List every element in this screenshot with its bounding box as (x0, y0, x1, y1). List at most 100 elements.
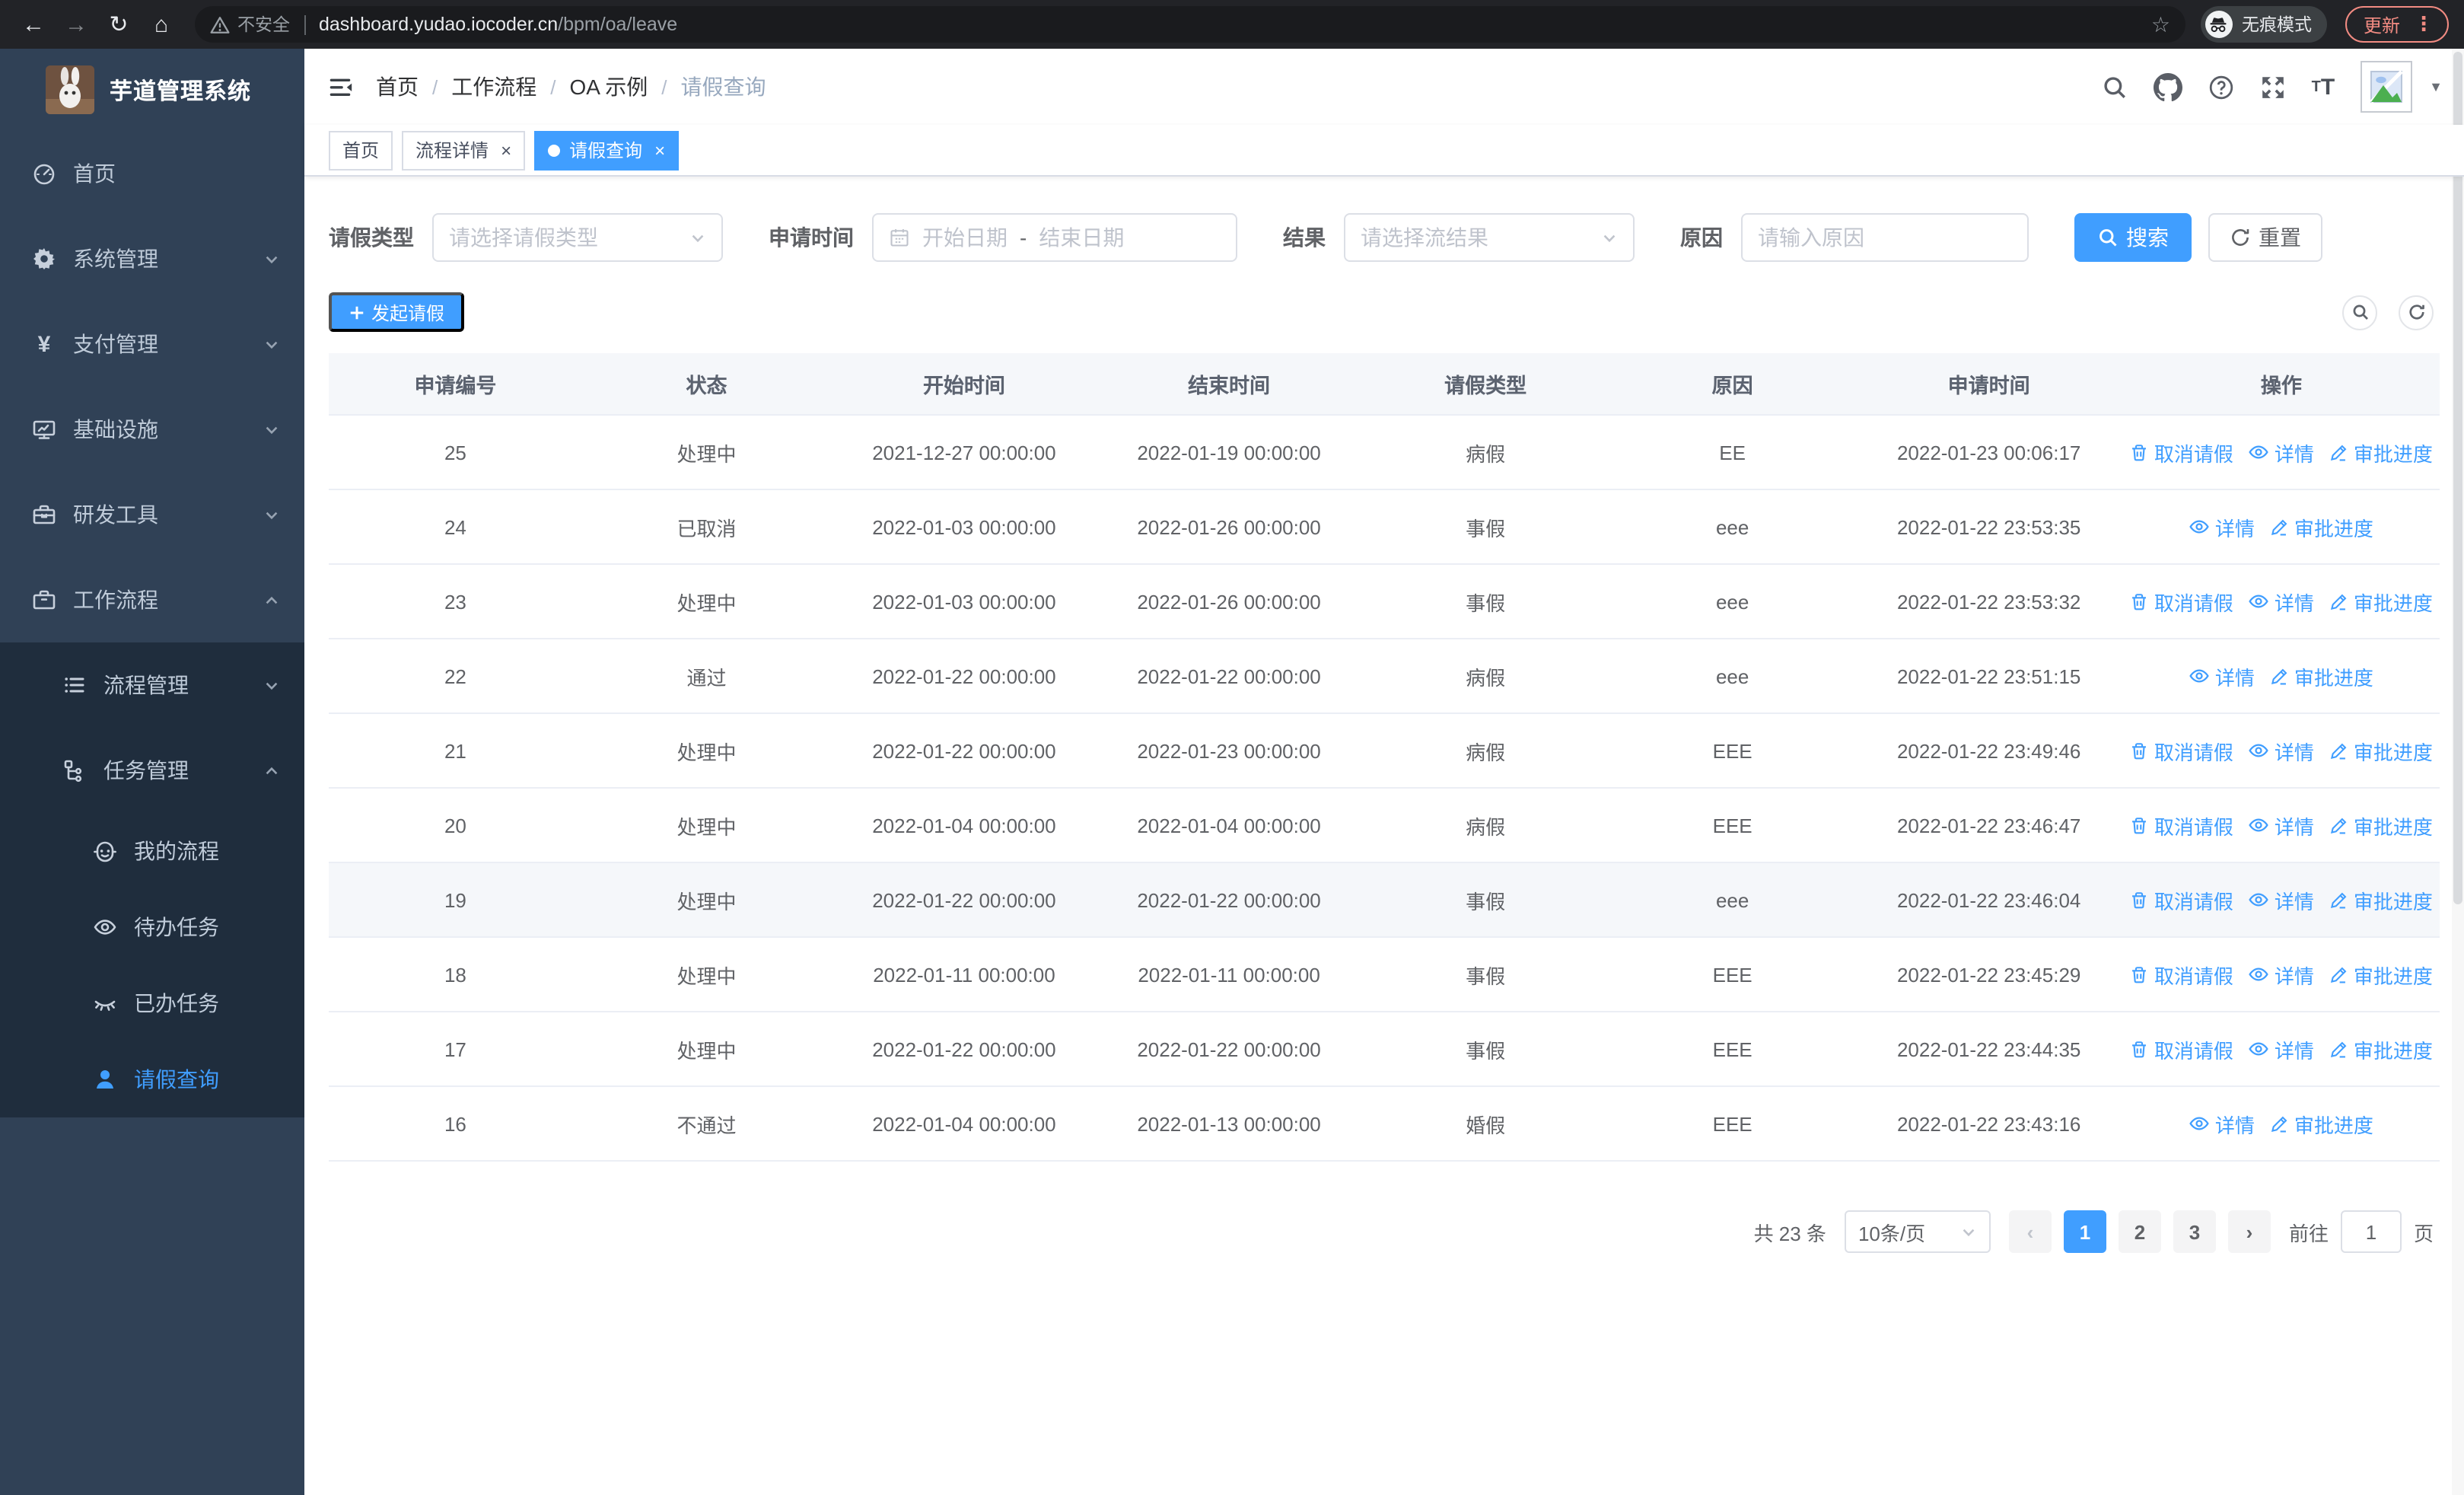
sidebar-item-工作流程[interactable]: 工作流程 (0, 557, 304, 642)
cancel-action-link[interactable]: 取消请假 (2130, 811, 2233, 840)
pen-icon (2270, 1114, 2290, 1133)
progress-action-link[interactable]: 审批进度 (2329, 811, 2433, 840)
page-scrollbar[interactable] (2452, 49, 2464, 1495)
progress-action-link[interactable]: 审批进度 (2329, 960, 2433, 989)
reason-input[interactable]: 请输入原因 (1741, 213, 2029, 262)
sidebar-item-支付管理[interactable]: ¥ 支付管理 (0, 301, 304, 387)
sidebar-item-待办任务[interactable]: 待办任务 (0, 889, 304, 965)
apply-time-range-picker[interactable]: 开始日期 - 结束日期 (872, 213, 1237, 262)
home-icon[interactable]: ⌂ (143, 6, 180, 43)
sidebar-item-我的流程[interactable]: 我的流程 (0, 813, 304, 889)
goto-label: 前往 (2288, 1222, 2329, 1245)
app-logo[interactable]: 芋道管理系统 (0, 49, 304, 131)
leave-table: 申请编号 状态 开始时间 结束时间 请假类型 原因 申请时间 操作 25 处理中 2021-12-… (329, 353, 2440, 1162)
leave-type-select[interactable]: 请选择请假类型 (432, 213, 723, 262)
detail-action-link[interactable]: 详情 (2249, 885, 2314, 914)
reason-label: 原因 (1680, 225, 1723, 250)
refresh-table-button[interactable] (2399, 295, 2434, 330)
column-header: 申请时间 (1947, 375, 2030, 397)
detail-action-link[interactable]: 详情 (2249, 587, 2314, 616)
table-cell: EEE (1712, 814, 1752, 837)
detail-action-link[interactable]: 详情 (2189, 1109, 2255, 1138)
sidebar-item-已办任务[interactable]: 已办任务 (0, 965, 304, 1041)
tab-流程详情[interactable]: 流程详情 × (402, 130, 526, 170)
cancel-action-link[interactable]: 取消请假 (2130, 960, 2233, 989)
page-size-select[interactable]: 10条/页 (1844, 1210, 1991, 1253)
tab-请假查询[interactable]: 请假查询 × (534, 130, 680, 170)
toggle-search-button[interactable] (2342, 295, 2377, 330)
result-select[interactable]: 请选择流结果 (1344, 213, 1635, 262)
back-icon[interactable]: ← (15, 6, 52, 43)
progress-action-link[interactable]: 审批进度 (2329, 736, 2433, 765)
table-cell: 17 (444, 1038, 466, 1060)
sidebar-item-首页[interactable]: 首页 (0, 131, 304, 216)
sidebar-item-流程管理[interactable]: 流程管理 (0, 642, 304, 728)
progress-action-link[interactable]: 审批进度 (2329, 1034, 2433, 1063)
search-button[interactable]: 搜索 (2074, 213, 2192, 262)
progress-action-link[interactable]: 审批进度 (2329, 438, 2433, 467)
sidebar-item-研发工具[interactable]: 研发工具 (0, 472, 304, 557)
avatar-caret-icon[interactable]: ▼ (2429, 79, 2443, 94)
eye-sm-icon (2249, 889, 2270, 910)
detail-action-link[interactable]: 详情 (2189, 661, 2255, 690)
table-cell: 病假 (1466, 442, 1506, 465)
close-tab-icon[interactable]: × (654, 141, 665, 159)
progress-action-link[interactable]: 审批进度 (2270, 1109, 2373, 1138)
user-icon (91, 1067, 119, 1092)
progress-action-link[interactable]: 审批进度 (2270, 661, 2373, 690)
progress-action-link[interactable]: 审批进度 (2270, 512, 2373, 541)
cancel-action-link[interactable]: 取消请假 (2130, 885, 2233, 914)
sidebar-item-请假查询[interactable]: 请假查询 (0, 1041, 304, 1117)
avatar[interactable] (2361, 61, 2413, 113)
forward-icon[interactable]: → (58, 6, 94, 43)
create-leave-button[interactable]: 发起请假 (329, 292, 465, 332)
tab-首页[interactable]: 首页 (329, 130, 393, 170)
table-cell: 病假 (1466, 815, 1506, 838)
font-size-icon[interactable]: TT (2312, 74, 2335, 100)
page-button-3[interactable]: 3 (2173, 1210, 2216, 1253)
page-goto: 前往 1 页 (2289, 1210, 2434, 1253)
next-page-button[interactable]: › (2227, 1210, 2271, 1253)
cancel-action-link[interactable]: 取消请假 (2130, 438, 2233, 467)
action-label: 取消请假 (2154, 1039, 2233, 1062)
search-icon[interactable] (2102, 74, 2128, 100)
detail-action-link[interactable]: 详情 (2249, 736, 2314, 765)
cancel-action-link[interactable]: 取消请假 (2130, 736, 2233, 765)
cancel-action-link[interactable]: 取消请假 (2130, 587, 2233, 616)
chevron-down-icon (263, 506, 280, 523)
reset-button[interactable]: 重置 (2208, 213, 2322, 262)
collapse-sidebar-icon[interactable] (326, 72, 355, 101)
page-button-2[interactable]: 2 (2118, 1210, 2161, 1253)
detail-action-link[interactable]: 详情 (2249, 811, 2314, 840)
url-bar[interactable]: 不安全 dashboard.yudao.iocoder.cn/bpm/oa/le… (195, 6, 2185, 43)
detail-action-link[interactable]: 详情 (2249, 438, 2314, 467)
sidebar-item-label: 待办任务 (134, 915, 219, 939)
detail-action-link[interactable]: 详情 (2249, 1034, 2314, 1063)
progress-action-link[interactable]: 审批进度 (2329, 885, 2433, 914)
bookmark-star-icon[interactable]: ☆ (2151, 11, 2170, 37)
progress-action-link[interactable]: 审批进度 (2329, 587, 2433, 616)
browser-menu-icon[interactable]: ⋮ (2414, 12, 2434, 37)
breadcrumb-item[interactable]: 首页 (376, 72, 419, 102)
page-button-1[interactable]: 1 (2063, 1210, 2106, 1253)
scrollbar-thumb[interactable] (2453, 52, 2462, 904)
close-tab-icon[interactable]: × (501, 141, 511, 159)
goto-page-input[interactable]: 1 (2340, 1210, 2402, 1253)
detail-action-link[interactable]: 详情 (2249, 960, 2314, 989)
fullscreen-icon[interactable] (2260, 74, 2286, 100)
chevron-down-icon (689, 229, 706, 246)
breadcrumb-item[interactable]: 工作流程 (451, 72, 536, 102)
browser-update-button[interactable]: 更新 ⋮ (2345, 6, 2449, 43)
prev-page-button[interactable]: ‹ (2008, 1210, 2052, 1253)
table-cell-actions: 取消请假 详情 审批进度 (2123, 960, 2440, 989)
sidebar-item-系统管理[interactable]: 系统管理 (0, 216, 304, 301)
sidebar-item-基础设施[interactable]: 基础设施 (0, 387, 304, 472)
help-icon[interactable] (2208, 74, 2234, 100)
cancel-action-link[interactable]: 取消请假 (2130, 1034, 2233, 1063)
security-warning[interactable]: 不安全 (210, 12, 290, 37)
breadcrumb-item[interactable]: OA 示例 (570, 72, 648, 102)
github-icon[interactable] (2153, 72, 2182, 101)
sidebar-item-任务管理[interactable]: 任务管理 (0, 728, 304, 813)
reload-icon[interactable]: ↻ (100, 6, 137, 43)
detail-action-link[interactable]: 详情 (2189, 512, 2255, 541)
